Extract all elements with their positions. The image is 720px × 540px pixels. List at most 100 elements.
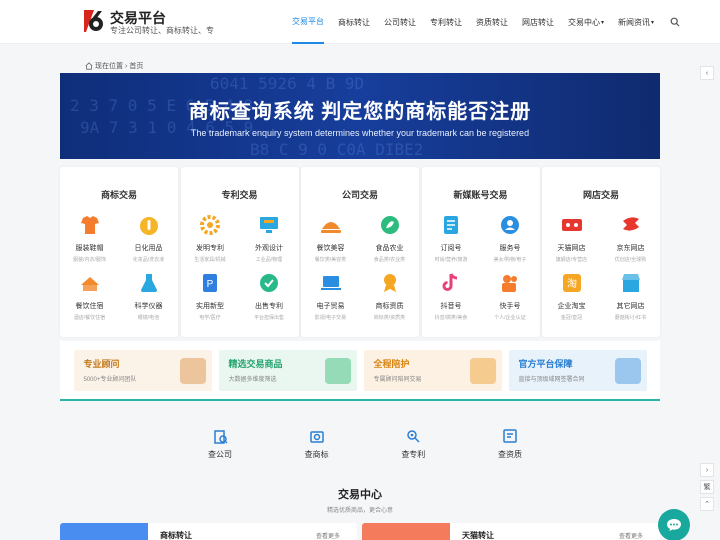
category-title[interactable]: 专利交易: [181, 188, 299, 200]
side-next-button[interactable]: ›: [700, 463, 714, 477]
category-item[interactable]: 科学仪器 眼镜/电池: [119, 271, 178, 321]
shop-icon: [619, 271, 643, 295]
nav-item-4[interactable]: 资质转让: [476, 0, 508, 44]
feature-illustration: [179, 357, 206, 384]
quick-link[interactable]: 查资质: [480, 428, 540, 464]
feature-card[interactable]: 全程陪护 专属顾问陪同交易: [363, 349, 502, 391]
section-subtitle: 精选优质商品，更合心意: [326, 508, 393, 514]
chat-button[interactable]: [658, 509, 690, 540]
brand-logo-icon[interactable]: [82, 8, 106, 34]
quick-link-label: 查专利: [401, 450, 426, 459]
trademark-view-more-link[interactable]: 查看更多: [316, 531, 340, 540]
feature-card[interactable]: 官方平台保障 直接与顶级域网签署合同: [508, 349, 647, 391]
chevron-down-icon: ▾: [651, 19, 655, 26]
category-card: 公司交易 餐饮美容 餐饮类/美容类 食品农业 食品类/农业类 电子贸易 影视/电子交易 商标资…: [301, 167, 419, 337]
category-item[interactable]: 外观设计 工业品/物理: [240, 213, 299, 263]
category-item-label: 实用新型: [196, 303, 224, 310]
category-title[interactable]: 新媒账号交易: [422, 188, 540, 200]
category-item-label: 出售专利: [255, 303, 283, 310]
category-item-label: 外观设计: [255, 245, 283, 252]
category-item-sub: 旗舰店/专营店: [555, 257, 588, 263]
category-item[interactable]: 餐饮住宿 酒店/餐饮住宿: [60, 271, 119, 321]
site-header: 交易平台 专注公司转让、商标转让、专 交易平台 商标转让 公司转让 专利转让 资质转让网…: [0, 0, 720, 44]
traditional-chinese-toggle[interactable]: 繁: [700, 480, 714, 494]
laptop-icon: [319, 271, 343, 295]
quick-link[interactable]: 查商标: [287, 428, 347, 464]
side-prev-button[interactable]: ‹: [700, 66, 714, 80]
monitor-icon: [257, 213, 281, 237]
quick-link[interactable]: 查公司: [190, 428, 250, 464]
nav-item-label: 商标转让: [338, 17, 370, 27]
nav-item-6[interactable]: 交易中心 ▾: [568, 0, 604, 44]
tmall-card-tab: [362, 523, 450, 540]
category-item[interactable]: 订阅号 时尚/营养/旅游: [422, 213, 481, 263]
category-item[interactable]: 其它网店 蘑菇街/小红书: [601, 271, 660, 321]
category-item-label: 其它网店: [616, 303, 645, 310]
category-item[interactable]: 京东网店 优创店/全球购: [601, 213, 660, 263]
category-item[interactable]: 日化用品 化妆品/洗衣液: [119, 213, 178, 263]
category-item-label: 抖音号: [440, 303, 462, 310]
trademark-transfer-card[interactable]: 商标转让 查看更多: [60, 523, 357, 540]
breadcrumb-current[interactable]: 首页: [129, 61, 143, 71]
category-item-sub: 服装/内衣/服饰: [73, 257, 106, 263]
feature-card[interactable]: 专业顾问 5000+专业顾问团队: [73, 349, 212, 391]
category-item-label: 餐饮美容: [316, 245, 345, 252]
nav-item-1[interactable]: 商标转让: [338, 0, 370, 44]
back-to-top-button[interactable]: ⌃: [700, 497, 714, 511]
tmall-view-more-link[interactable]: 查看更多: [619, 531, 643, 540]
category-title[interactable]: 商标交易: [60, 188, 178, 200]
category-title[interactable]: 网店交易: [542, 188, 660, 200]
category-item[interactable]: 出售专利平台担保出售: [240, 271, 299, 321]
category-item-label: 快手号: [499, 303, 521, 310]
tmall-transfer-card[interactable]: 天猫转让 查看更多: [362, 523, 660, 540]
category-item[interactable]: 服装鞋帽 服装/内衣/服饰: [60, 213, 119, 263]
category-item[interactable]: P 实用新型 电学/医疗: [181, 271, 240, 321]
category-item[interactable]: 发明专利 生活家具/机械: [181, 213, 240, 263]
category-item-label: 企业淘宝: [557, 303, 586, 310]
category-item-sub: 美女/购物/电子: [493, 257, 527, 263]
trademark-card-label: 商标转让: [160, 531, 192, 540]
category-item-sub: 平台担保出售: [253, 315, 284, 321]
category-item[interactable]: 淘企业淘宝 金冠/皇冠: [542, 271, 601, 321]
trademark-search-banner[interactable]: 6041 5926 4 B 9D 2 3 7 0 5 E 6 5 4 8 9A …: [60, 73, 660, 159]
category-item[interactable]: 商标资质 商标类/资质类: [360, 271, 419, 321]
badge-icon: [378, 271, 402, 295]
category-item-label: 商标资质: [375, 303, 404, 310]
category-item-label: 订阅号: [440, 245, 462, 252]
category-item[interactable]: 餐饮美容餐饮类/美容类: [301, 213, 360, 263]
brand-slogan: 专注公司转让、商标转让、专: [110, 26, 214, 35]
category-card: 新媒账号交易 订阅号 时尚/营养/旅游 服务号 美女/购物/电子 抖音号 抖音/搞笑/美食快…: [421, 167, 540, 337]
category-grid: 发明专利 生活家具/机械 外观设计 工业品/物理 P 实用新型 电学/医疗 出售专利 平台担保出…: [181, 213, 299, 321]
shirt-icon: [78, 213, 102, 237]
category-item-label: 科学仪器: [134, 303, 163, 310]
category-item[interactable]: 抖音号抖音/搞笑/美食: [422, 271, 481, 321]
category-item[interactable]: 服务号 美女/购物/电子: [481, 213, 540, 263]
category-grid: 服装鞋帽 服装/内衣/服饰 日化用品 化妆品/洗衣液 餐饮住宿 酒店/餐饮住宿 科学仪器 眼镜…: [60, 213, 178, 321]
nav-item-label: 交易中心: [568, 17, 600, 27]
category-item-sub: 影视/电子交易: [314, 315, 347, 321]
category-item-sub: 电学/医疗: [199, 315, 221, 321]
search-icon[interactable]: [670, 17, 680, 27]
category-item-sub: 餐饮类/美容类: [314, 257, 347, 263]
category-item[interactable]: 快手号 个人/企业认证: [481, 271, 540, 321]
category-item-sub: 优创店/全球购: [614, 257, 647, 263]
feature-card[interactable]: 精选交易商品 大数据多维度筛选: [218, 349, 357, 391]
nav-item-7[interactable]: 新闻资讯 ▾: [618, 0, 654, 44]
breadcrumb-separator: ›: [125, 62, 128, 70]
category-item-label: 餐饮住宿: [75, 303, 104, 310]
nav-item-2[interactable]: 公司转让: [384, 0, 416, 44]
qualification-search-icon: [503, 429, 517, 443]
category-item[interactable]: 天猫网店 旗舰店/专营店: [542, 213, 601, 263]
category-item-sub: 抖音/搞笑/美食: [434, 315, 468, 321]
category-item[interactable]: 食品农业 食品类/农业类: [360, 213, 419, 263]
category-grid: 餐饮美容 餐饮类/美容类 食品农业 食品类/农业类 电子贸易 影视/电子交易 商标资质 商标类…: [301, 213, 419, 321]
nav-item-3[interactable]: 专利转让: [430, 0, 462, 44]
category-cards: 商标交易 服装鞋帽 服装/内衣/服饰 日化用品 化妆品/洗衣液 餐饮住宿 酒店/餐饮住宿 科学…: [60, 167, 660, 337]
category-item-sub: 金冠/皇冠: [560, 315, 583, 321]
nav-item-5[interactable]: 网店转让: [522, 0, 554, 44]
nav-item-0[interactable]: 交易平台: [292, 0, 324, 44]
category-title[interactable]: 公司交易: [301, 188, 419, 200]
category-item[interactable]: 电子贸易 影视/电子交易: [301, 271, 360, 321]
quick-link[interactable]: 查专利: [383, 428, 443, 464]
feature-illustration: [324, 357, 351, 384]
